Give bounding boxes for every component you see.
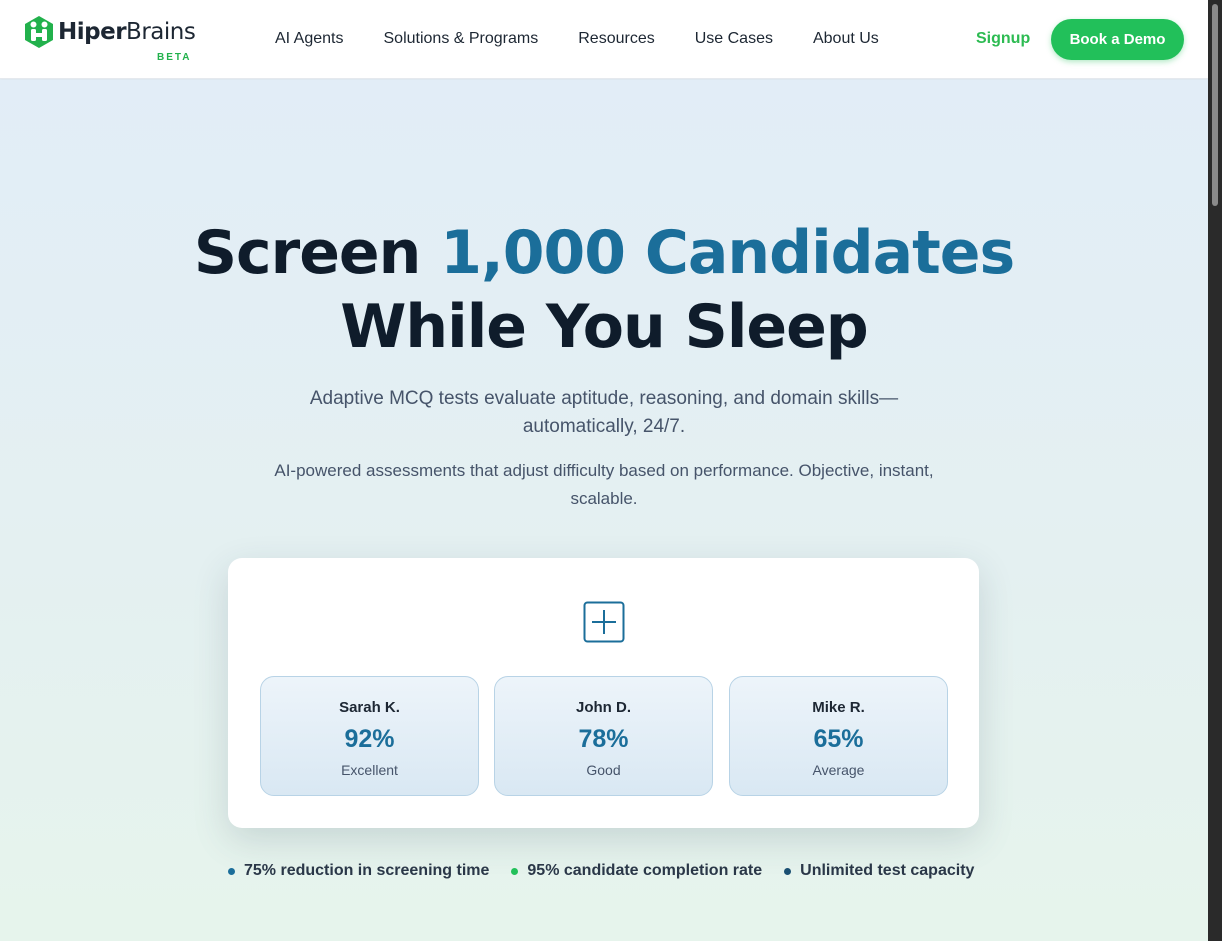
nav-about-us[interactable]: About Us [813,30,879,48]
candidate-name: John D. [576,699,631,716]
candidate-score-card: Sarah K. 92% Excellent [260,676,479,796]
main-nav: AI Agents Solutions & Programs Resources… [275,30,919,48]
candidate-score: 92% [344,725,395,753]
nav-resources[interactable]: Resources [578,30,654,48]
candidate-score: 78% [578,725,629,753]
candidate-name: Sarah K. [339,699,400,716]
plus-square-icon[interactable] [583,601,625,643]
nav-use-cases[interactable]: Use Cases [695,30,773,48]
signup-link[interactable]: Signup [976,30,1030,48]
nav-solutions-programs[interactable]: Solutions & Programs [384,30,539,48]
brand-name: HiperBrains [58,19,196,45]
beta-badge: BETA [157,52,192,63]
headline-line-1: Screen 1,000 Candidates [193,218,1015,288]
brain-h-logo-icon [25,16,53,48]
hero-description: AI-powered assessments that adjust diffi… [274,461,934,508]
bullet-dot-icon [511,867,519,875]
page-scrollbar[interactable] [1208,0,1222,941]
candidate-rating: Good [586,762,621,778]
headline-accent: 1,000 Candidates [440,218,1015,288]
brand-logo[interactable]: HiperBrains BETA [22,15,196,63]
bullet-dot-icon [228,867,235,875]
candidate-score-card: Mike R. 65% Average [729,676,948,796]
bullet-dot-icon [784,867,792,875]
stats-row: 75% reduction in screening time 95% cand… [228,862,988,880]
stat-item: 75% reduction in screening time [228,862,489,880]
hero-section: Screen 1,000 Candidates While You Sleep … [0,80,1208,941]
nav-ai-agents[interactable]: AI Agents [275,30,344,48]
candidate-score: 65% [813,725,864,753]
site-header: HiperBrains BETA AI Agents Solutions & P… [0,0,1208,79]
candidate-rating: Excellent [341,762,398,778]
candidate-rating: Average [812,762,865,778]
headline-line-2: While You Sleep [340,292,869,362]
candidate-score-card: John D. 78% Good [494,676,713,796]
candidate-name: Mike R. [812,699,865,716]
hero-subtitle: Adaptive MCQ tests evaluate aptitude, re… [309,388,899,437]
book-demo-button[interactable]: Book a Demo [1051,19,1184,60]
stat-item: Unlimited test capacity [784,862,974,880]
assessment-results-card: Sarah K. 92% Excellent John D. 78% Good … [228,558,979,828]
stat-item: 95% candidate completion rate [511,862,762,880]
scrollbar-thumb[interactable] [1212,4,1218,206]
